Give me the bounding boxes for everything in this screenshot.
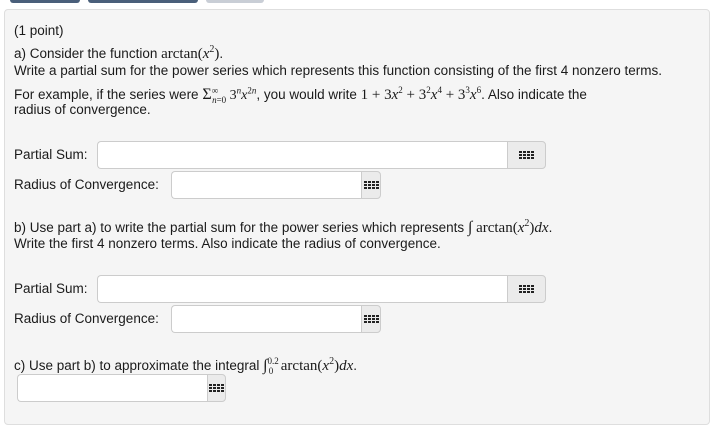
part-b-radius-field: [171, 305, 381, 333]
part-a-partial-sum-editor-button[interactable]: [507, 141, 546, 169]
part-b-radius-input[interactable]: [171, 305, 361, 333]
part-c-input[interactable]: [17, 374, 207, 402]
equation-grid-icon: [209, 384, 224, 392]
part-c-prefix: c) Use part b) to approximate the integr…: [14, 358, 264, 373]
part-b-partial-sum-label: Partial Sum:: [14, 281, 88, 296]
part-c-editor-button[interactable]: [207, 374, 226, 402]
part-a-radius-editor-button[interactable]: [361, 171, 381, 199]
part-a-example-line2: radius of convergence.: [14, 102, 151, 117]
part-a-radius-label: Radius of Convergence:: [14, 177, 159, 192]
part-b-radius-label: Radius of Convergence:: [14, 311, 159, 326]
part-b-suffix: .: [548, 220, 553, 235]
part-b-radius-editor-button[interactable]: [361, 305, 381, 333]
part-a-radius-input[interactable]: [171, 171, 361, 199]
top-tab-3[interactable]: [206, 0, 264, 3]
example-prefix: For example, if the series were: [14, 87, 203, 102]
part-a-partial-sum-field: [97, 141, 546, 169]
part-a-partial-sum-input[interactable]: [97, 141, 507, 169]
example-mid: , you would write: [256, 87, 361, 102]
equation-grid-icon: [363, 181, 379, 189]
problem-panel: (1 point) a) Consider the function arcta…: [4, 9, 710, 425]
example-series: Σ∞n=0 3nx2n: [202, 85, 257, 105]
part-b-partial-sum-input[interactable]: [97, 275, 507, 303]
part-a-radius-field: [171, 171, 381, 199]
part-a-instruction: Write a partial sum for the power series…: [14, 63, 663, 78]
part-a-intro-text: a) Consider the function: [14, 46, 162, 61]
part-a-function: arctan(x2): [161, 44, 220, 62]
example-suffix: . Also indicate the: [481, 87, 587, 102]
part-b-partial-sum-field: [97, 275, 546, 303]
part-a-intro-end: .: [219, 46, 224, 61]
part-a-intro: a) Consider the function arctan(x2).: [14, 41, 223, 63]
part-c-integral: ∫0.20 arctan(x2)dx: [263, 356, 354, 376]
equation-grid-icon: [519, 151, 534, 159]
part-b-prefix: b) Use part a) to write the partial sum …: [14, 220, 468, 235]
top-tab-1[interactable]: [10, 0, 80, 3]
part-a-partial-sum-label: Partial Sum:: [14, 147, 88, 162]
part-b-intro: b) Use part a) to write the partial sum …: [14, 215, 552, 237]
part-b-line2: Write the first 4 nonzero terms. Also in…: [14, 236, 441, 251]
top-tab-2[interactable]: [88, 0, 198, 3]
example-answer: 1 + 3x2 + 32x4 + 33x6: [360, 85, 482, 103]
part-b-partial-sum-editor-button[interactable]: [507, 275, 546, 303]
equation-grid-icon: [363, 315, 379, 323]
points-label: (1 point): [14, 23, 64, 38]
part-b-integral: ∫ arctan(x2)dx: [467, 218, 549, 236]
equation-grid-icon: [519, 285, 534, 293]
part-c-field: [17, 374, 226, 402]
part-c-suffix: .: [353, 358, 358, 373]
